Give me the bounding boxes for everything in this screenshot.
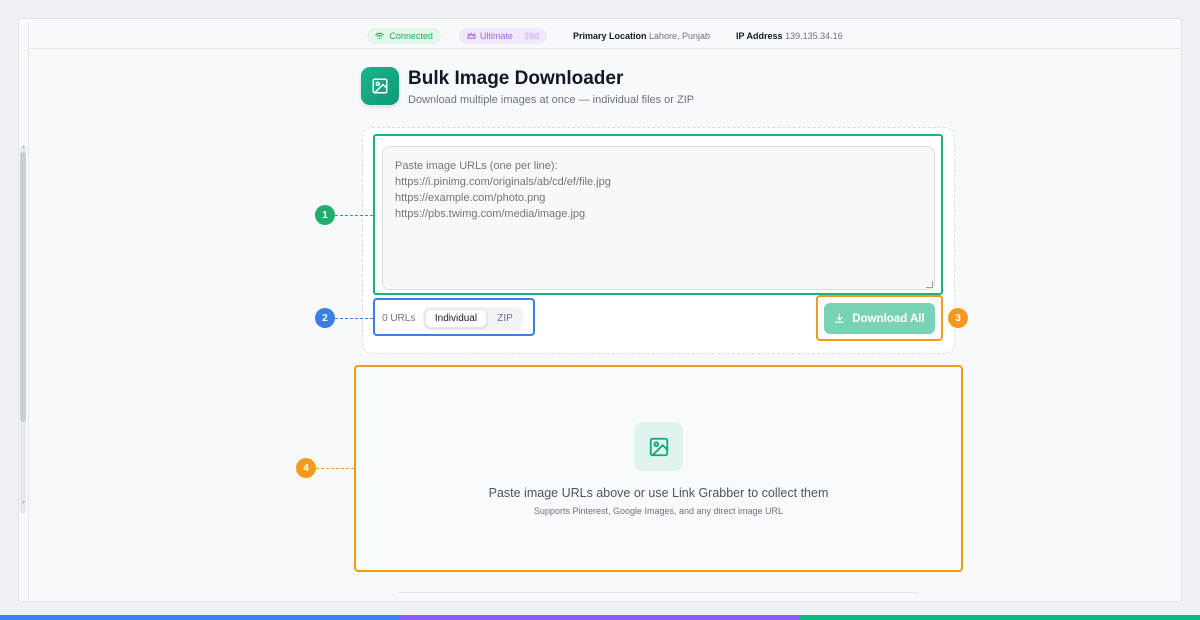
page-title: Bulk Image Downloader xyxy=(408,68,624,89)
callout-badge-1: 1 xyxy=(315,205,335,225)
empty-state-hint: Supports Pinterest, Google Images, and a… xyxy=(533,506,784,516)
wifi-icon xyxy=(375,32,385,39)
plan-separator: · xyxy=(516,31,520,41)
bottom-color-bar xyxy=(0,615,1200,620)
bottom-bar-segment xyxy=(0,615,400,620)
image-icon xyxy=(649,437,668,456)
ip-value: 139.135.34.16 xyxy=(785,31,843,41)
callout-frame-2 xyxy=(373,298,535,336)
scrollbar-thumb[interactable] xyxy=(20,152,26,422)
ip-address: IP Address 139.135.34.16 xyxy=(736,31,843,41)
callout-badge-3: 3 xyxy=(948,308,968,328)
empty-state-icon-box xyxy=(634,422,683,471)
callout-frame-1 xyxy=(373,134,943,295)
callout-badge-4: 4 xyxy=(296,458,316,478)
app-logo xyxy=(361,67,399,105)
plan-badge: Ultimate · 39d xyxy=(458,28,547,44)
image-icon xyxy=(372,78,388,94)
plan-days: 39d xyxy=(523,31,539,41)
callout-line-1 xyxy=(335,215,373,216)
page-subtitle: Download multiple images at once — indiv… xyxy=(408,94,695,106)
primary-location: Primary Location Lahore, Punjab xyxy=(573,31,710,41)
ip-label: IP Address xyxy=(736,31,783,41)
location-label: Primary Location xyxy=(572,31,647,41)
empty-state-message: Paste image URLs above or use Link Grabb… xyxy=(488,486,829,500)
callout-line-4 xyxy=(316,468,354,469)
callout-badge-2: 2 xyxy=(315,308,335,328)
scroll-up-icon[interactable]: ▲ xyxy=(21,144,26,150)
bottom-bar-segment xyxy=(800,615,1200,620)
scroll-down-icon[interactable]: ▼ xyxy=(21,500,26,506)
footer-divider xyxy=(398,592,918,593)
plan-name: Ultimate xyxy=(479,31,513,41)
status-bar: Connected Ultimate · 39d Primary Locatio… xyxy=(28,24,1182,49)
connection-badge: Connected xyxy=(367,28,441,44)
crown-icon xyxy=(467,32,476,39)
callout-line-2 xyxy=(335,318,373,319)
location-value: Lahore, Punjab xyxy=(648,31,711,41)
callout-frame-3 xyxy=(816,295,943,341)
bottom-bar-segment xyxy=(400,615,800,620)
connection-status: Connected xyxy=(389,31,433,41)
